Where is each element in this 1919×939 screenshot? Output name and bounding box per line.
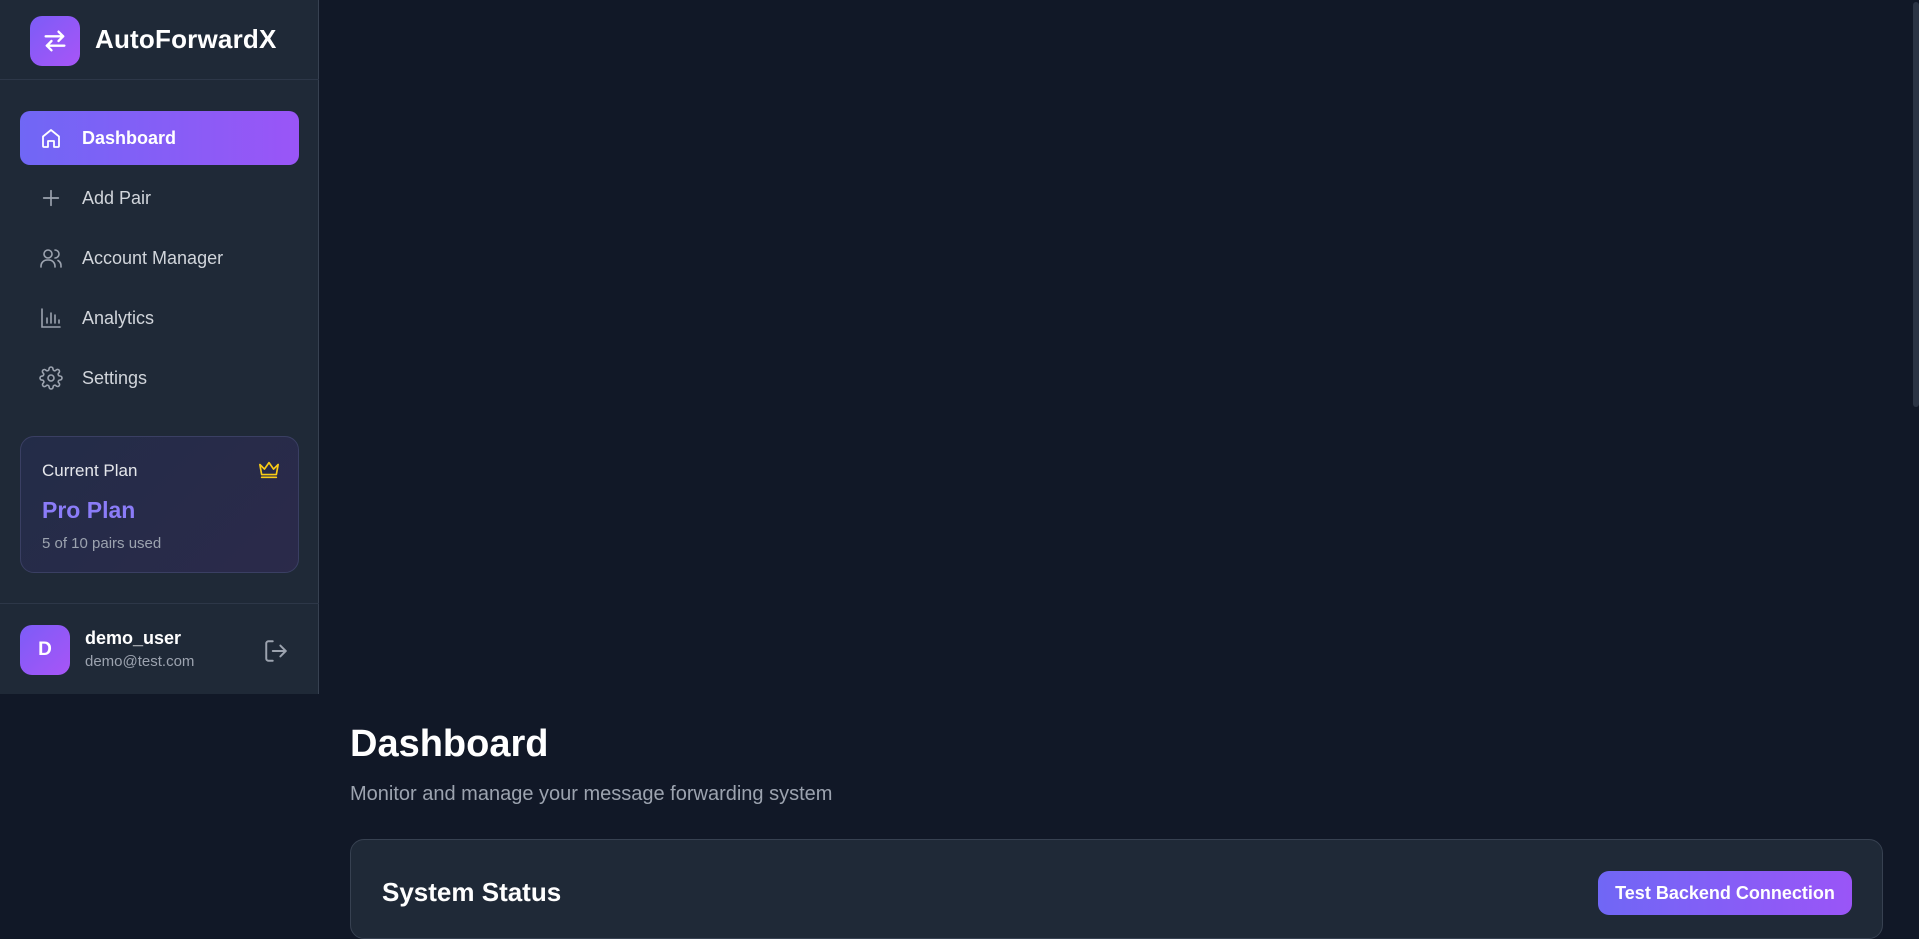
page-subtitle: Monitor and manage your message forwardi… <box>350 783 833 805</box>
users-icon <box>38 245 64 271</box>
sidebar: AutoForwardX Dashboard Add Pair Account … <box>0 0 319 694</box>
home-icon <box>38 125 64 151</box>
plan-usage: 5 of 10 pairs used <box>42 535 162 552</box>
sidebar-item-analytics[interactable]: Analytics <box>20 291 299 345</box>
logout-icon[interactable] <box>263 638 289 664</box>
user-name: demo_user <box>85 628 182 648</box>
user-profile: D demo_user demo@test.com <box>0 603 319 694</box>
arrows-swap-icon <box>44 30 66 52</box>
system-status-card: System Status Test Backend Connection <box>350 839 1883 939</box>
test-backend-connection-button[interactable]: Test Backend Connection <box>1598 871 1852 915</box>
brand-header: AutoForwardX <box>0 0 319 80</box>
sidebar-item-dashboard[interactable]: Dashboard <box>20 111 299 165</box>
sidebar-item-add-pair[interactable]: Add Pair <box>20 171 299 225</box>
plan-name: Pro Plan <box>42 497 136 523</box>
user-email: demo@test.com <box>85 653 195 670</box>
page-title: Dashboard <box>350 723 549 765</box>
sidebar-item-settings[interactable]: Settings <box>20 351 299 405</box>
sidebar-item-label: Account Manager <box>82 247 224 268</box>
sidebar-item-account-manager[interactable]: Account Manager <box>20 231 299 285</box>
app-logo[interactable] <box>30 16 80 66</box>
sidebar-item-label: Add Pair <box>82 187 152 208</box>
scrollbar-thumb[interactable] <box>1913 2 1919 407</box>
current-plan-card: Current Plan Pro Plan 5 of 10 pairs used <box>20 436 299 573</box>
sidebar-item-label: Settings <box>82 367 148 388</box>
system-status-title: System Status <box>382 877 562 907</box>
plan-label: Current Plan <box>42 461 138 480</box>
app-title: AutoForwardX <box>95 24 277 54</box>
bar-chart-icon <box>38 305 64 331</box>
plus-icon <box>38 185 64 211</box>
page-scrollbar[interactable] <box>1913 0 1919 913</box>
avatar[interactable]: D <box>20 625 70 675</box>
sidebar-item-label: Dashboard <box>82 127 177 148</box>
sidebar-item-label: Analytics <box>82 307 155 328</box>
gear-icon <box>38 365 64 391</box>
crown-icon <box>259 461 279 479</box>
sidebar-nav: Dashboard Add Pair Account Manager Analy… <box>20 111 299 411</box>
